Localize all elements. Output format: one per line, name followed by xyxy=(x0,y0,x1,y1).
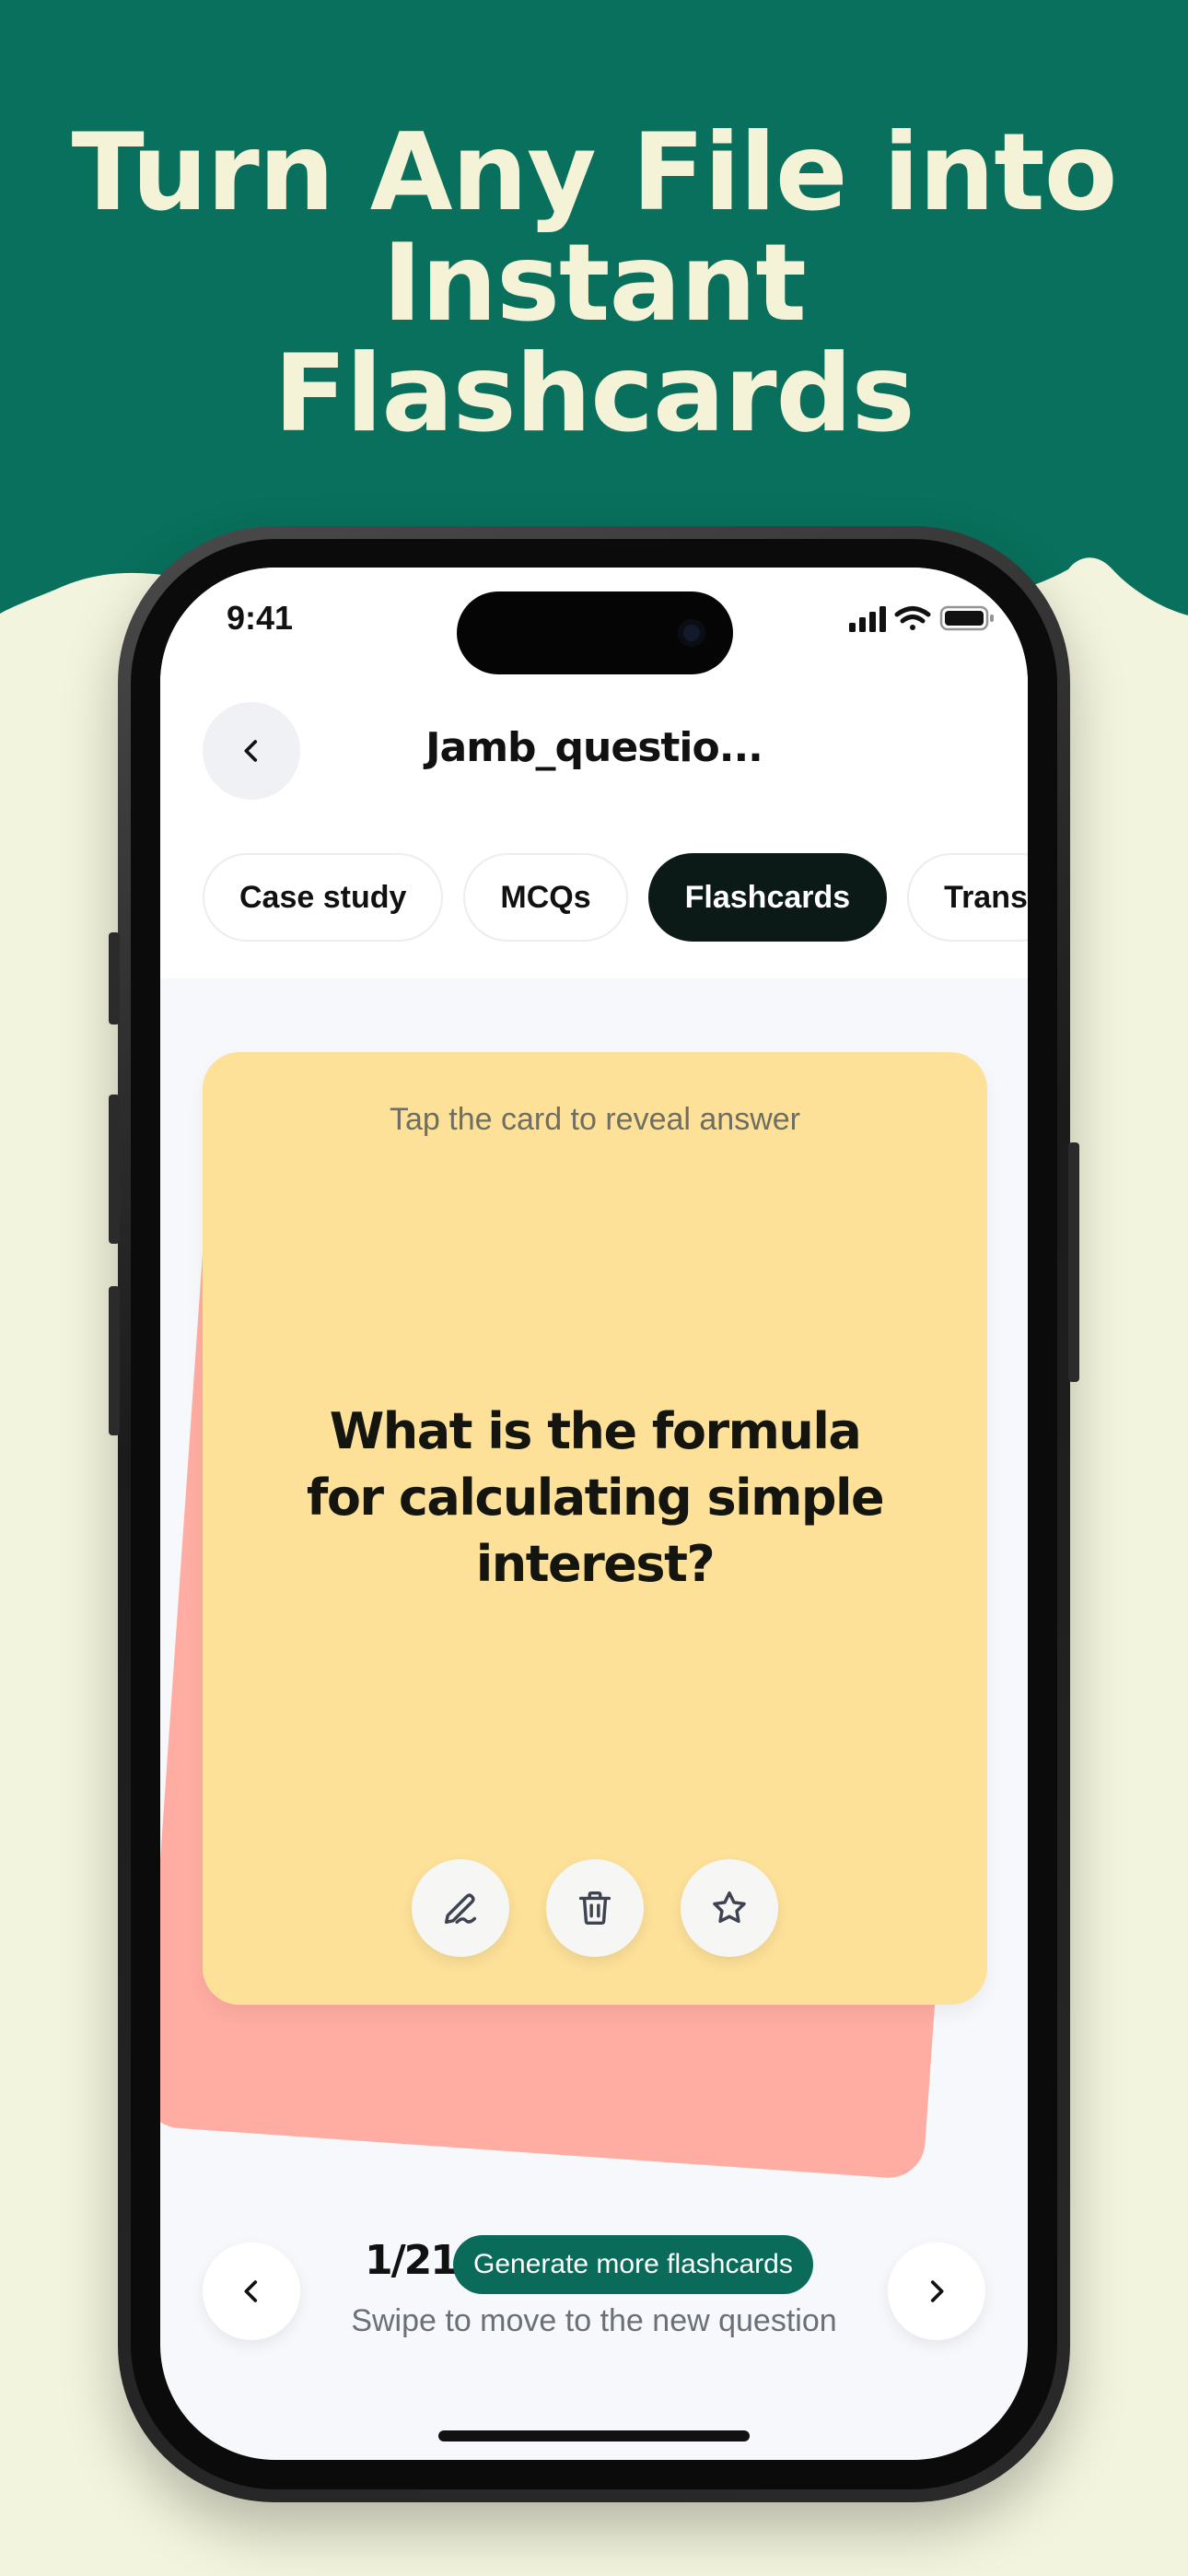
headline: Turn Any File into Instant Flashcards xyxy=(0,118,1188,450)
flashcard[interactable]: Tap the card to reveal answer What is th… xyxy=(203,1052,987,2005)
status-time: 9:41 xyxy=(227,599,294,637)
dynamic-island xyxy=(457,591,733,674)
generate-more-button[interactable]: Generate more flashcards xyxy=(453,2235,813,2294)
home-indicator[interactable] xyxy=(438,2430,750,2441)
phone-volume-up-button xyxy=(109,1095,120,1244)
trash-icon xyxy=(578,1891,611,1926)
page-title: Jamb_questio... xyxy=(425,724,763,771)
mode-tabs: Case study MCQs Flashcards Trans xyxy=(203,853,1028,942)
card-hint: Tap the card to reveal answer xyxy=(389,1102,801,1137)
tab-trans[interactable]: Trans xyxy=(907,853,1028,942)
tab-mcqs[interactable]: MCQs xyxy=(463,853,628,942)
star-icon xyxy=(713,1891,746,1924)
signal-icon xyxy=(849,606,886,632)
chevron-left-icon xyxy=(244,2280,258,2302)
phone-action-button xyxy=(109,932,120,1025)
tab-case-study[interactable]: Case study xyxy=(203,853,444,942)
card-actions xyxy=(203,1859,987,1957)
back-button[interactable] xyxy=(203,702,300,800)
status-icons xyxy=(849,604,996,632)
headline-line-3: Flashcards xyxy=(274,332,914,456)
phone-power-button xyxy=(1068,1142,1079,1382)
wifi-icon xyxy=(894,606,931,630)
headline-line-2: Instant xyxy=(382,221,807,345)
front-camera xyxy=(678,619,705,647)
chevron-right-icon xyxy=(930,2280,944,2302)
favorite-button[interactable] xyxy=(681,1859,778,1957)
delete-button[interactable] xyxy=(546,1859,644,1957)
edit-icon xyxy=(444,1893,477,1925)
card-question: What is the formula for calculating simp… xyxy=(306,1402,885,1593)
edit-button[interactable] xyxy=(412,1859,509,1957)
app-screen: 9:41 Jamb_questio... Case study MCQs Fla… xyxy=(160,568,1028,2460)
phone-volume-down-button xyxy=(109,1286,120,1435)
card-counter: 1/21 xyxy=(365,2237,459,2284)
tab-flashcards[interactable]: Flashcards xyxy=(647,853,888,942)
swipe-hint: Swipe to move to the new question xyxy=(351,2303,837,2338)
chevron-left-icon xyxy=(244,740,258,762)
headline-line-1: Turn Any File into xyxy=(71,111,1118,235)
battery-icon xyxy=(939,605,994,631)
